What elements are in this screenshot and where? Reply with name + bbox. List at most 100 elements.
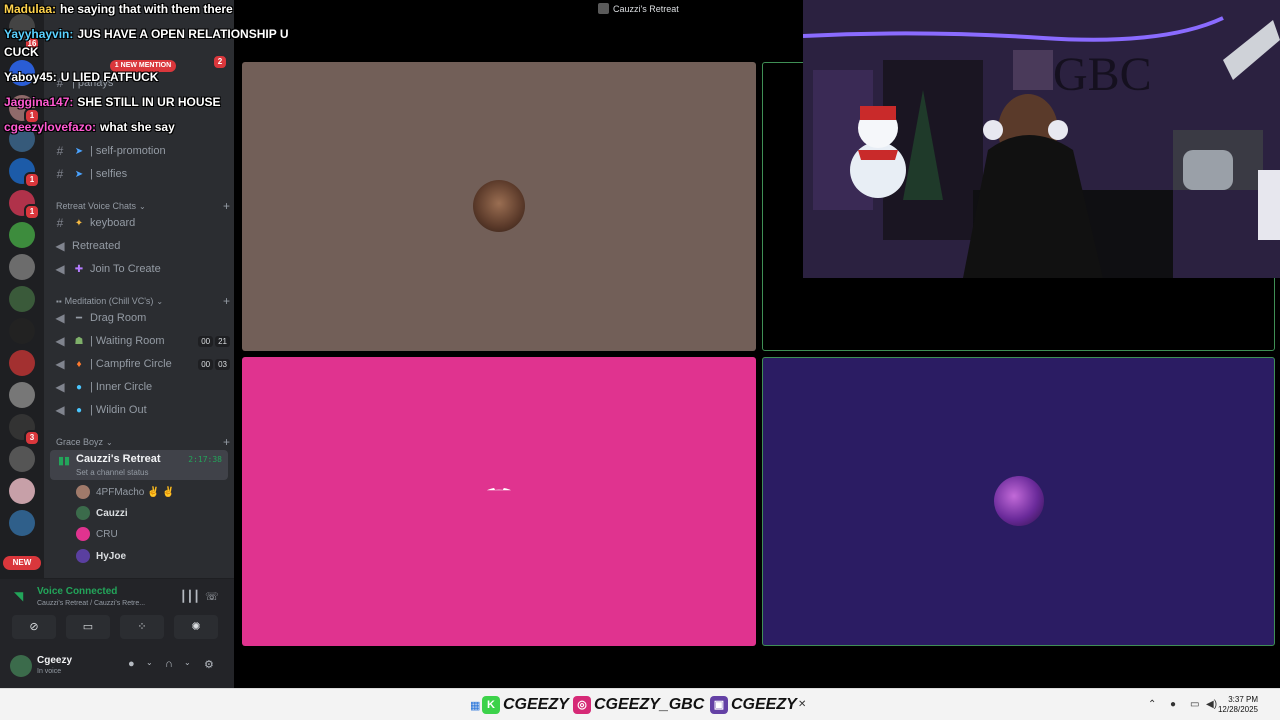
mention-badge: 1 <box>24 172 40 188</box>
handle-text: CGEEZY_GBC <box>594 696 705 713</box>
channel-campfire-circle[interactable]: ◀ ♦ | Campfire Circle 00 03 <box>52 354 230 374</box>
activities-icon: ⁘ <box>137 621 147 633</box>
voice-connected-subtitle[interactable]: Cauzzi's Retreat / Cauzzi's Retre... <box>37 600 145 607</box>
add-channel-icon[interactable]: + <box>223 435 230 449</box>
avatar <box>76 549 90 563</box>
channel-label: | selfies <box>90 168 128 180</box>
screen-share-icon: ▭ <box>82 621 94 633</box>
kick-handle: K CGEEZY <box>482 696 569 714</box>
taskbar: ▦ K CGEEZY ◎ CGEEZY_GBC ▣ CGEEZY ✕ ⌃ ● ▭… <box>0 688 1280 720</box>
avatar <box>76 506 90 520</box>
member-name: HyJoe <box>96 550 127 562</box>
server-icon-14[interactable] <box>9 446 35 472</box>
voice-member[interactable]: Cauzzi <box>76 504 128 522</box>
microphone-icon[interactable]: ● <box>128 658 135 670</box>
activities-button[interactable]: ⁘ <box>120 615 164 639</box>
gear-icon[interactable]: ⚙ <box>204 658 214 671</box>
webcam-overlay: GBC <box>803 0 1280 278</box>
channel-drag-room[interactable]: ◀ ━ Drag Room <box>52 308 230 328</box>
headphones-icon[interactable]: ∩ <box>165 658 173 670</box>
chat-username: Yaboy45: <box>4 70 57 84</box>
voice-panel: ◥ Voice Connected Cauzzi's Retreat / Cau… <box>0 578 234 688</box>
webcam-feed: GBC <box>803 0 1280 278</box>
screen-share-button[interactable]: ▭ <box>66 615 110 639</box>
category-label: Grace Boyz <box>56 437 104 447</box>
channel-label: Retreated <box>72 240 121 252</box>
voice-member[interactable]: 4PFMacho ✌ ✌ <box>76 483 175 501</box>
add-channel-icon[interactable]: + <box>223 294 230 308</box>
hash-icon: # <box>56 216 64 230</box>
chat-message: CUCK <box>4 45 39 59</box>
windows-start-icon[interactable]: ▦ <box>470 699 480 712</box>
kick-icon: K <box>482 696 500 714</box>
channel-join-to-create[interactable]: ◀ ✚ Join To Create <box>52 259 230 279</box>
participant-tile[interactable] <box>242 62 756 351</box>
voice-member[interactable]: HyJoe <box>76 547 126 565</box>
server-icon-7[interactable] <box>9 222 35 248</box>
chat-text: JUS HAVE A OPEN RELATIONSHIP U <box>77 27 289 41</box>
channel-cauzzis-retreat[interactable]: ▮▮ Cauzzi's Retreat Set a channel status… <box>50 450 228 480</box>
avatar <box>473 180 525 232</box>
twitch-handle: ▣ CGEEZY <box>710 696 797 714</box>
chevron-up-icon[interactable]: ⌃ <box>1148 699 1156 710</box>
member-name: Cauzzi <box>96 507 128 519</box>
voice-connected-title[interactable]: Voice Connected <box>37 586 117 597</box>
chevron-down-icon[interactable]: ⌄ <box>146 658 153 667</box>
channel-timer: 2:17:38 <box>188 455 222 464</box>
server-icon-12[interactable] <box>9 382 35 408</box>
user-count: 00 03 <box>198 358 230 370</box>
chat-text: CUCK <box>4 45 39 59</box>
network-icon[interactable]: ▭ <box>1190 699 1199 710</box>
participant-tile[interactable] <box>762 357 1275 646</box>
speaker-icon: ◀ <box>55 380 65 394</box>
server-icon-8[interactable] <box>9 254 35 280</box>
avatar[interactable] <box>10 655 32 677</box>
handle-text: CGEEZY <box>731 696 797 713</box>
channel-wildin-out[interactable]: ◀ ● | Wildin Out <box>52 400 230 420</box>
voice-member[interactable]: CRU <box>76 525 118 543</box>
category-label: Retreat Voice Chats <box>56 201 137 211</box>
soundboard-button[interactable]: ✺ <box>174 615 218 639</box>
channel-label: Join To Create <box>90 263 161 275</box>
channel-waiting-room[interactable]: ◀ ☗ | Waiting Room 00 21 <box>52 331 230 351</box>
sparkle-icon: ✦ <box>74 217 84 229</box>
hash-icon: # <box>56 167 64 181</box>
server-icon-10[interactable] <box>9 318 35 344</box>
signal-icon[interactable]: ◥ <box>14 589 23 603</box>
avatar <box>76 485 90 499</box>
speaker-icon: ◀ <box>55 311 65 325</box>
system-clock[interactable]: 3:37 PM 12/28/2025 <box>1218 695 1258 715</box>
speaker-icon: ◀ <box>55 357 65 371</box>
category-retreat-voice[interactable]: Retreat Voice Chats ⌄ + <box>56 199 230 213</box>
server-icon-15[interactable] <box>9 478 35 504</box>
new-servers-pill[interactable]: NEW <box>3 556 41 570</box>
user-name: Cgeezy <box>37 655 73 666</box>
camera-off-button[interactable]: ⊘ <box>12 615 56 639</box>
category-meditation[interactable]: ▪▪ Meditation (Chill VC's) ⌄ + <box>56 294 230 308</box>
channel-selfies[interactable]: # ➤ | selfies <box>52 164 230 184</box>
channel-self-promotion[interactable]: # ➤ | self-promotion <box>52 141 230 161</box>
channel-inner-circle[interactable]: ◀ ● | Inner Circle <box>52 377 230 397</box>
server-icon-9[interactable] <box>9 286 35 312</box>
chat-message: Yayyhayvin: JUS HAVE A OPEN RELATIONSHIP … <box>4 27 289 41</box>
microphone-icon[interactable]: ● <box>1170 699 1176 710</box>
noise-suppression-icon[interactable]: ┃┃┃ <box>180 590 200 603</box>
chat-username: cgeezylovefazo: <box>4 120 97 134</box>
fire-icon: ♦ <box>76 358 82 370</box>
volume-icon[interactable]: ◀) <box>1206 699 1217 710</box>
category-grace-boyz[interactable]: Grace Boyz ⌄ + <box>56 435 230 449</box>
chat-username: Jaggina147: <box>4 95 74 109</box>
channel-keyboard[interactable]: # ✦ keyboard <box>52 213 230 233</box>
add-channel-icon[interactable]: + <box>223 199 230 213</box>
disconnect-icon[interactable]: ☏ <box>205 590 219 603</box>
server-icon-16[interactable] <box>9 510 35 536</box>
participant-tile[interactable] <box>242 357 756 646</box>
speaker-icon: ◀ <box>55 334 65 348</box>
chat-username: Yayyhayvin: <box>4 27 74 41</box>
chevron-down-icon[interactable]: ⌄ <box>184 658 191 667</box>
channel-retreated[interactable]: ◀ Retreated <box>52 236 230 256</box>
channel-status[interactable]: Set a channel status <box>76 468 149 477</box>
user-status: In voice <box>37 668 62 675</box>
chat-message: Jaggina147: SHE STILL IN UR HOUSE <box>4 95 221 109</box>
server-icon-11[interactable] <box>9 350 35 376</box>
